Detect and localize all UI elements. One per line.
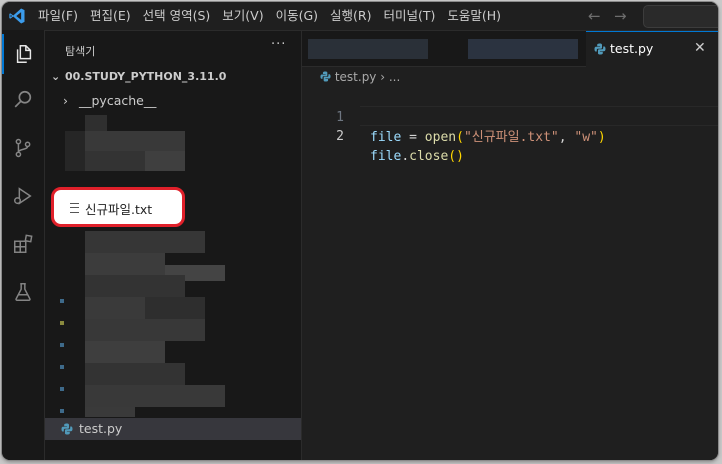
folder-pycache[interactable]: › __pycache__ (45, 90, 301, 112)
search-activity[interactable] (2, 80, 44, 120)
file-test-py[interactable]: test.py (45, 418, 301, 440)
breadcrumb: test.py › ... (320, 70, 400, 84)
source-control-activity[interactable] (2, 128, 44, 168)
explorer-sidebar: 탐색기 ··· ⌄ 00.STUDY_PYTHON_3.11.0 › __pyc… (45, 31, 302, 460)
explorer-title: 탐색기 (65, 45, 96, 58)
menu-help[interactable]: 도움말(H) (441, 5, 507, 27)
python-file-icon (594, 43, 606, 55)
breadcrumb-ellipsis[interactable]: ... (389, 70, 400, 84)
vscode-window: 파일(F) 편집(E) 선택 영역(S) 보기(V) 이동(G) 실행(R) 터… (2, 2, 718, 460)
more-actions-icon[interactable]: ··· (271, 37, 286, 52)
python-file-icon (61, 423, 73, 435)
search-icon (14, 90, 32, 108)
code-editor[interactable]: test.py › ... 1 file = open("신규파일.txt", … (302, 67, 718, 460)
redacted-tab[interactable] (468, 39, 578, 59)
breadcrumb-file[interactable]: test.py (335, 70, 377, 84)
menu-go[interactable]: 이동(G) (270, 5, 324, 27)
file-new-txt[interactable]: 신규파일.txt (70, 199, 152, 218)
menu-bar: 파일(F) 편집(E) 선택 영역(S) 보기(V) 이동(G) 실행(R) 터… (32, 2, 507, 30)
file-test-py-label: test.py (79, 421, 123, 436)
tab-test-py[interactable]: test.py ✕ (586, 31, 718, 67)
run-debug-icon (14, 187, 32, 205)
extensions-icon (14, 234, 33, 253)
new-file-highlight: 신규파일.txt (51, 187, 185, 227)
menu-run[interactable]: 실행(R) (324, 5, 377, 27)
extensions-activity[interactable] (2, 224, 44, 264)
flask-icon (15, 283, 31, 301)
folder-root-label: 00.STUDY_PYTHON_3.11.0 (65, 70, 227, 83)
explorer-activity[interactable] (2, 34, 44, 74)
title-bar: 파일(F) 편집(E) 선택 영역(S) 보기(V) 이동(G) 실행(R) 터… (2, 2, 718, 31)
line-2-source: file.close() (370, 149, 464, 164)
breadcrumb-separator: › (376, 70, 389, 84)
line-1-source: file = open("신규파일.txt", "w") (370, 130, 606, 145)
folder-root[interactable]: ⌄ 00.STUDY_PYTHON_3.11.0 (45, 66, 301, 88)
back-arrow-icon[interactable]: ← (588, 7, 601, 25)
close-icon[interactable]: ✕ (694, 40, 706, 56)
explorer-files-icon (16, 45, 32, 63)
menu-file[interactable]: 파일(F) (32, 5, 84, 27)
menu-terminal[interactable]: 터미널(T) (378, 5, 442, 27)
text-file-icon (70, 203, 79, 213)
forward-arrow-icon[interactable]: → (614, 7, 627, 25)
redacted-tab[interactable] (308, 39, 428, 59)
menu-view[interactable]: 보기(V) (216, 5, 269, 27)
source-control-icon (15, 138, 31, 158)
run-debug-activity[interactable] (2, 176, 44, 216)
editor-tab-bar: test.py ✕ (302, 31, 718, 67)
line-number: 2 (336, 129, 344, 144)
activity-bar (2, 30, 45, 460)
testing-activity[interactable] (2, 272, 44, 312)
menu-selection[interactable]: 선택 영역(S) (137, 5, 217, 27)
chevron-down-icon: ⌄ (51, 70, 61, 83)
code-line-2[interactable]: 2 file.close() (302, 107, 464, 164)
folder-pycache-label: __pycache__ (79, 93, 157, 108)
command-center-search[interactable] (643, 5, 718, 28)
code-line-1[interactable]: 1 file = open("신규파일.txt", "w") (302, 88, 606, 145)
python-file-icon (320, 71, 331, 82)
menu-edit[interactable]: 편집(E) (84, 5, 137, 27)
current-line-highlight (360, 106, 718, 126)
file-new-txt-label: 신규파일.txt (85, 202, 153, 217)
chevron-right-icon: › (63, 93, 68, 108)
vscode-logo-icon (9, 8, 25, 24)
tab-test-py-label: test.py (610, 41, 654, 56)
